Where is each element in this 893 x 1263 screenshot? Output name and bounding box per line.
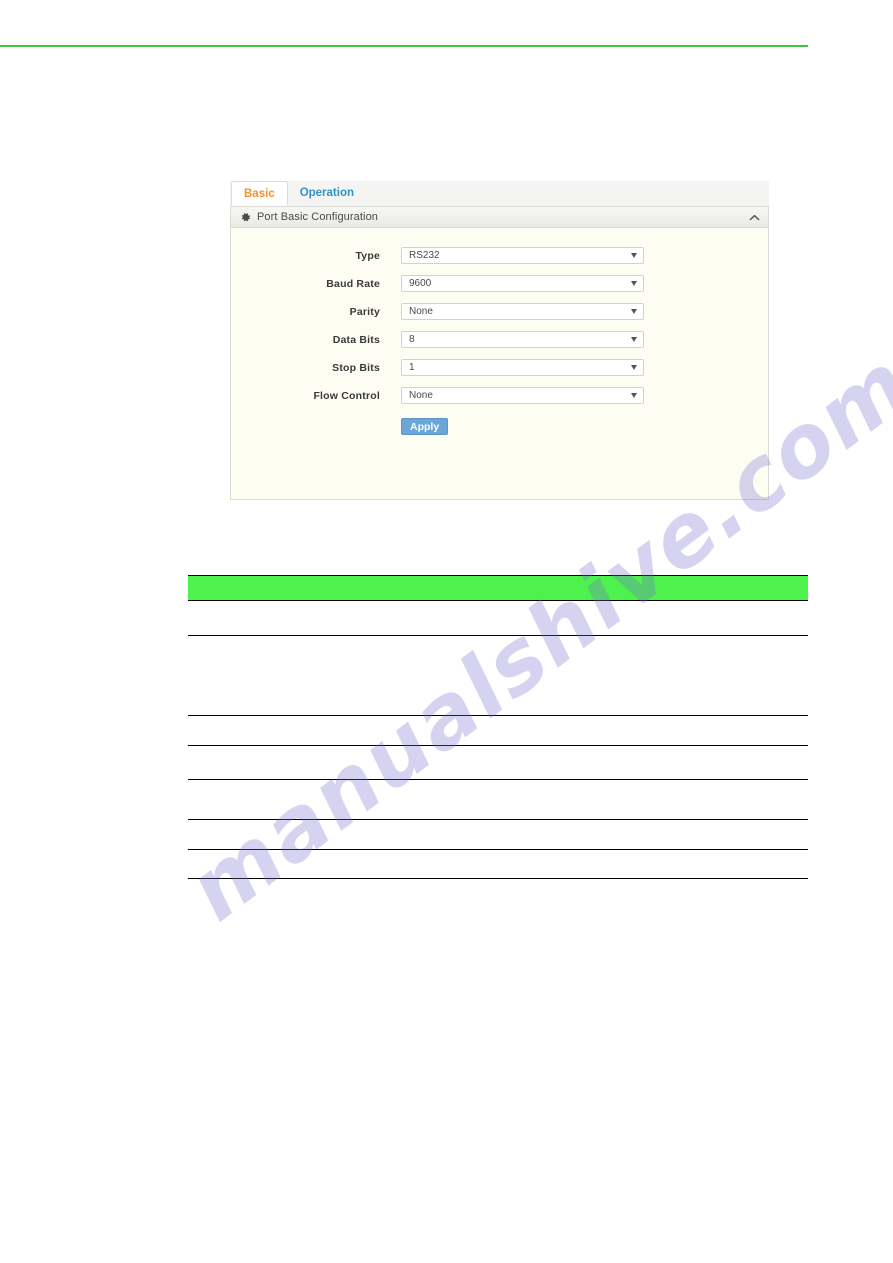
select-stop-bits-value: 1 [409,362,415,373]
table-row [188,819,808,850]
table-cell [188,635,403,716]
field-label-data-bits: Data Bits [332,333,380,346]
panel-header[interactable]: Port Basic Configuration [231,207,768,228]
chevron-down-icon [631,309,637,314]
chevron-up-icon[interactable] [749,213,760,222]
table-cell [188,849,403,879]
select-parity-value: None [409,306,433,317]
table-row [188,849,808,879]
field-row-stop-bits: Stop Bits 1 [231,359,768,376]
field-row-flow-control: Flow Control None [231,387,768,404]
select-baud-rate-value: 9600 [409,278,432,289]
table-cell [403,635,808,716]
select-type[interactable]: RS232 [401,247,644,264]
table-cell [403,715,808,746]
tab-operation-label: Operation [299,187,354,199]
table-row [188,600,808,636]
select-flow-control[interactable]: None [401,387,644,404]
apply-button[interactable]: Apply [401,418,449,435]
port-basic-configuration-panel: Port Basic Configuration Type RS232 Baud… [230,207,769,500]
table-cell [188,600,403,636]
tab-bar: Basic Operation [230,181,769,207]
field-row-data-bits: Data Bits 8 [231,331,768,348]
field-label-baud-rate: Baud Rate [326,277,380,290]
field-row-baud-rate: Baud Rate 9600 [231,275,768,292]
top-divider-rule [0,45,808,47]
select-type-value: RS232 [409,250,440,261]
select-stop-bits[interactable]: 1 [401,359,644,376]
select-parity[interactable]: None [401,303,644,320]
chevron-down-icon [631,365,637,370]
field-label-parity: Parity [349,305,380,318]
table-cell [403,819,808,850]
gear-icon [241,212,251,221]
tab-basic-label: Basic [244,188,275,200]
select-data-bits[interactable]: 8 [401,331,644,348]
table-head [188,575,808,601]
field-label-flow-control: Flow Control [313,389,380,402]
table-header-cell-2 [403,575,808,601]
select-flow-control-value: None [409,390,433,401]
chevron-down-icon [631,337,637,342]
specification-table [188,575,808,879]
tab-basic[interactable]: Basic [231,181,288,206]
port-configuration-screenshot: Basic Operation Port Basic Configuration… [230,181,769,501]
table-row [188,745,808,780]
table-row [188,779,808,820]
field-row-type: Type RS232 [231,247,768,264]
table-cell [403,600,808,636]
table-body [188,600,808,879]
table-cell [188,819,403,850]
select-baud-rate[interactable]: 9600 [401,275,644,292]
tab-operation[interactable]: Operation [288,181,366,206]
table-cell [188,745,403,780]
field-label-type: Type [355,249,380,262]
select-data-bits-value: 8 [409,334,415,345]
field-label-stop-bits: Stop Bits [332,361,380,374]
table-header-row [188,575,808,601]
table-header-cell-1 [188,575,403,601]
table-cell [188,715,403,746]
field-row-parity: Parity None [231,303,768,320]
table-row [188,635,808,716]
apply-spacer [231,418,401,435]
chevron-down-icon [631,393,637,398]
table-row [188,715,808,746]
table-cell [403,745,808,780]
chevron-down-icon [631,281,637,286]
panel-body: Type RS232 Baud Rate 9600 Parity None Da… [231,228,768,435]
chevron-down-icon [631,253,637,258]
table-cell [403,849,808,879]
table-cell [188,779,403,820]
apply-row: Apply [231,418,768,435]
table-cell [403,779,808,820]
panel-title: Port Basic Configuration [257,211,379,223]
